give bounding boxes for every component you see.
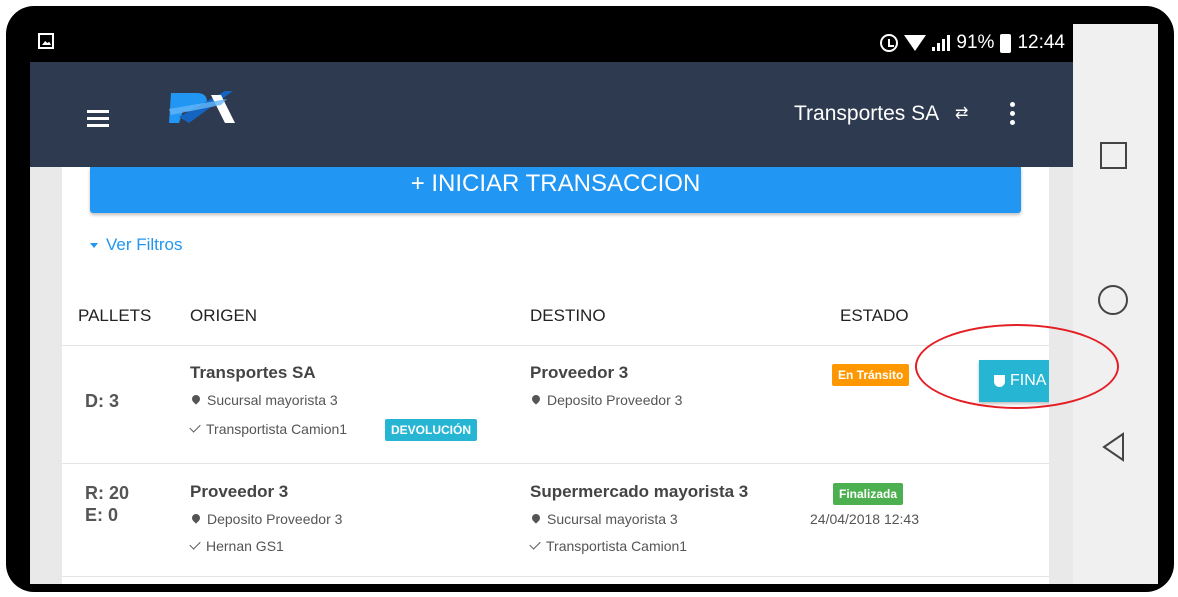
clock: 12:44 xyxy=(1017,32,1065,53)
destination-location-text: Sucursal mayorista 3 xyxy=(547,511,678,527)
map-pin-icon xyxy=(530,512,542,524)
return-badge: DEVOLUCIÓN xyxy=(385,419,478,441)
destination-location-text: Deposito Proveedor 3 xyxy=(547,392,683,408)
row-divider xyxy=(62,345,1049,346)
origin-carrier: Transportista Camion1 xyxy=(189,421,348,437)
destination-name: Supermercado mayorista 3 xyxy=(530,482,749,501)
pallets-received: R: 20 xyxy=(85,483,130,503)
origin-location: Sucursal mayorista 3 xyxy=(190,392,338,408)
check-icon xyxy=(529,538,541,550)
status-badge: Finalizada xyxy=(833,483,904,505)
row-divider xyxy=(62,463,1049,464)
pallets-count: D: 3 xyxy=(85,391,120,411)
header-origin: ORIGEN xyxy=(190,306,258,325)
status-bar: 91% 12:44 xyxy=(30,24,1073,62)
origin-location: Deposito Proveedor 3 xyxy=(190,511,342,527)
pallets-count: R: 20 E: 0 xyxy=(85,482,129,526)
back-icon[interactable] xyxy=(1101,432,1127,462)
origin-name: Proveedor 3 xyxy=(190,482,289,501)
destination-location: Deposito Proveedor 3 xyxy=(530,392,682,408)
check-icon xyxy=(189,421,201,433)
filters-toggle[interactable]: Ver Filtros xyxy=(90,235,183,255)
start-transaction-button[interactable]: + INICIAR TRANSACCION xyxy=(90,167,1021,213)
battery-percent: 91% xyxy=(956,32,995,53)
battery-icon xyxy=(1000,33,1012,53)
filters-label: Ver Filtros xyxy=(106,235,183,254)
home-icon[interactable] xyxy=(1098,285,1128,315)
destination-name: Proveedor 3 xyxy=(530,363,629,382)
status-icons: 91% 12:44 xyxy=(880,24,1065,62)
app-bar: Transportes SA ⇄ xyxy=(30,62,1073,167)
android-nav-bar xyxy=(1073,24,1158,584)
row-divider xyxy=(62,576,1049,577)
map-pin-icon xyxy=(530,393,542,405)
header-pallets: PALLETS xyxy=(78,306,152,325)
check-icon xyxy=(189,538,201,550)
origin-location-text: Sucursal mayorista 3 xyxy=(207,392,338,408)
company-name[interactable]: Transportes SA xyxy=(794,102,939,126)
hamburger-icon[interactable] xyxy=(87,110,109,128)
status-badge: En Tránsito xyxy=(832,364,910,386)
header-status: ESTADO xyxy=(840,306,909,325)
origin-location-text: Deposito Proveedor 3 xyxy=(207,511,343,527)
destination-carrier: Transportista Camion1 xyxy=(529,538,688,554)
gallery-icon xyxy=(38,33,54,49)
status-datetime: 24/04/2018 12:43 xyxy=(810,511,919,527)
caret-down-icon xyxy=(90,242,98,248)
alarm-icon xyxy=(880,34,899,52)
px-logo-icon xyxy=(169,91,235,123)
kebab-icon[interactable] xyxy=(1010,102,1016,128)
destination-location: Sucursal mayorista 3 xyxy=(530,511,678,527)
pallets-sent: E: 0 xyxy=(85,505,119,525)
map-pin-icon xyxy=(190,512,202,524)
swap-arrows-icon[interactable]: ⇄ xyxy=(955,103,968,123)
device-frame: 91% 12:44 Transportes SA ⇄ + INICIAR TRA… xyxy=(6,6,1174,592)
origin-carrier-text: Hernan GS1 xyxy=(206,538,284,554)
signal-icon xyxy=(932,35,951,51)
transactions-panel: + INICIAR TRANSACCION Ver Filtros PALLET… xyxy=(62,167,1069,584)
device-screen: 91% 12:44 Transportes SA ⇄ + INICIAR TRA… xyxy=(30,24,1158,584)
origin-carrier-text: Transportista Camion1 xyxy=(206,421,348,437)
origin-name: Transportes SA xyxy=(190,363,316,382)
map-pin-icon xyxy=(190,393,202,405)
header-destination: DESTINO xyxy=(530,306,606,325)
highlight-ellipse xyxy=(915,324,1119,409)
origin-carrier: Hernan GS1 xyxy=(189,538,284,554)
destination-carrier-text: Transportista Camion1 xyxy=(546,538,688,554)
wifi-icon xyxy=(904,35,927,51)
recents-icon[interactable] xyxy=(1100,142,1127,169)
